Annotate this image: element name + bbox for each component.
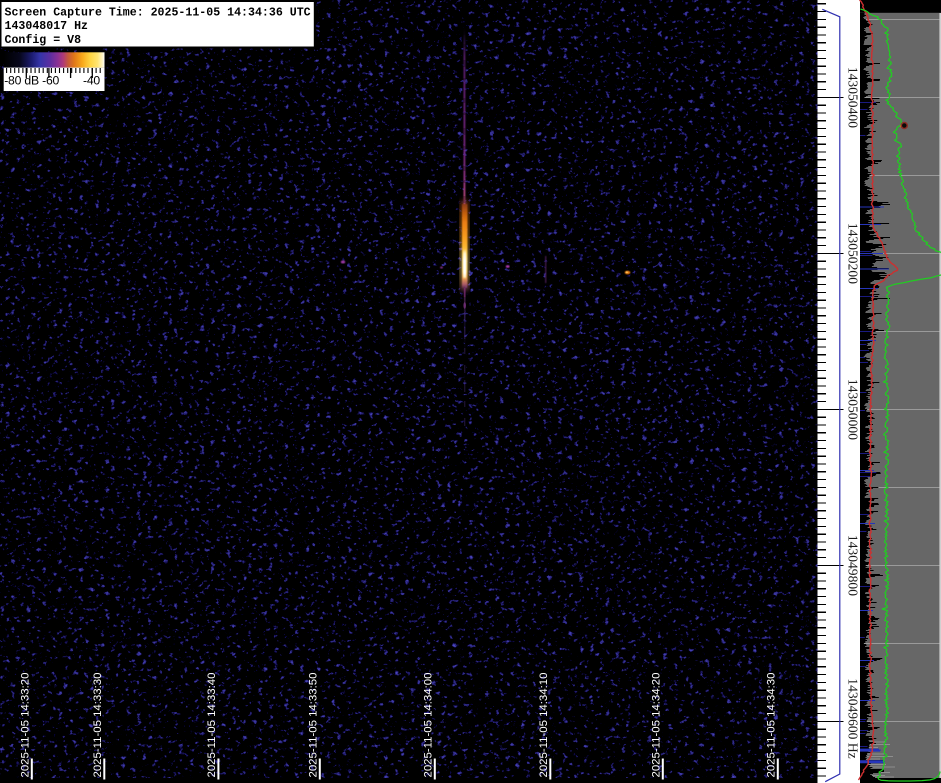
svg-text:143050200: 143050200 — [845, 223, 860, 284]
svg-text:143050000: 143050000 — [845, 379, 860, 440]
svg-text:143048017 Hz: 143048017 Hz — [5, 20, 89, 33]
svg-text:2025-11-05 14:34:10: 2025-11-05 14:34:10 — [538, 673, 550, 778]
svg-text:2025-11-05 14:34:20: 2025-11-05 14:34:20 — [651, 673, 663, 778]
svg-text:Screen Capture Time: 2025-11-0: Screen Capture Time: 2025-11-05 14:34:36… — [5, 6, 311, 19]
svg-text:2025-11-05 14:33:40: 2025-11-05 14:33:40 — [206, 673, 218, 778]
svg-text:2025-11-05 14:33:20: 2025-11-05 14:33:20 — [20, 673, 32, 778]
svg-text:-80 dB -60: -80 dB -60 — [4, 74, 59, 88]
svg-text:2025-11-05 14:34:30: 2025-11-05 14:34:30 — [766, 673, 778, 778]
svg-text:2025-11-05 14:33:30: 2025-11-05 14:33:30 — [92, 673, 104, 778]
svg-text:143050400: 143050400 — [845, 67, 860, 128]
svg-text:Config = V8: Config = V8 — [5, 34, 82, 47]
svg-text:143049800: 143049800 — [845, 535, 860, 596]
svg-text:-40: -40 — [83, 74, 100, 88]
svg-text:2025-11-05 14:34:00: 2025-11-05 14:34:00 — [423, 673, 435, 778]
svg-text:2025-11-05 14:33:50: 2025-11-05 14:33:50 — [308, 673, 320, 778]
svg-text:143049600 Hz: 143049600 Hz — [845, 678, 860, 758]
